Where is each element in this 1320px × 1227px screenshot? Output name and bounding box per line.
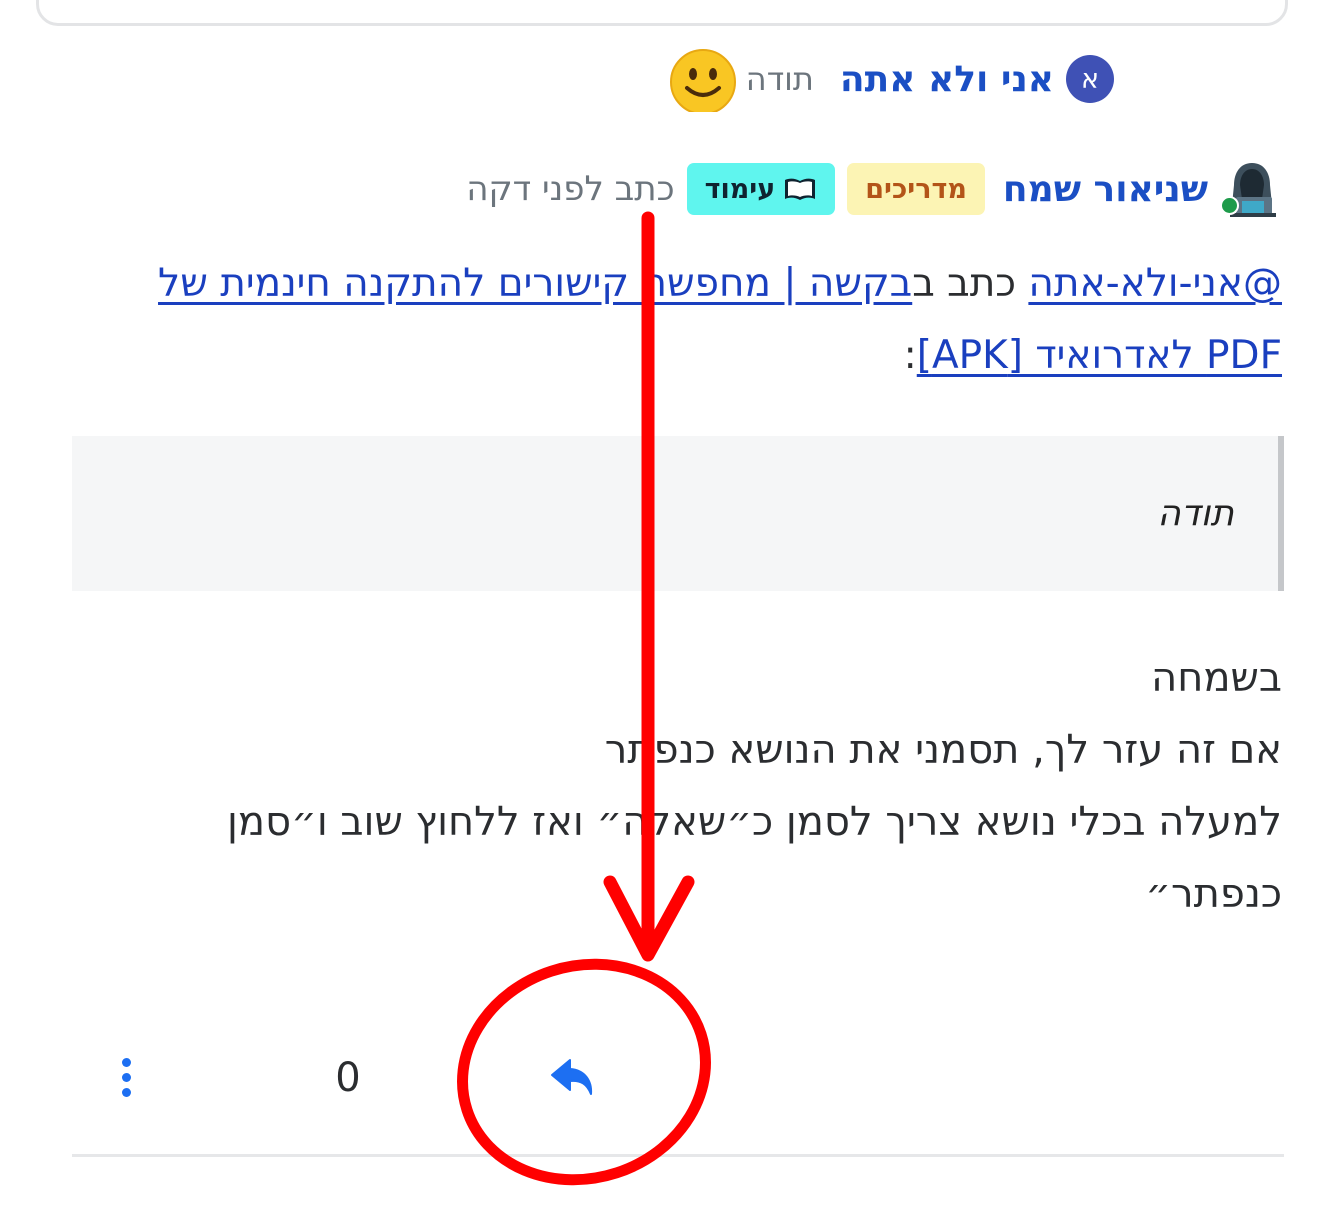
- footer-divider: [72, 1154, 1284, 1157]
- badge-guides[interactable]: מדריכים: [847, 163, 985, 215]
- book-icon: [783, 176, 817, 202]
- mention-link[interactable]: @אני-ולא-אתה: [1028, 261, 1282, 306]
- quote-colon: :: [903, 333, 917, 378]
- previous-post-card: [36, 0, 1288, 26]
- more-vertical-icon[interactable]: [104, 1052, 148, 1102]
- post-body-line: בשמחה: [1151, 655, 1282, 701]
- quote-wrote-text: כתב ב: [912, 261, 1029, 306]
- post-body-line: למעלה בכלי נושא צריך לסמן כ״שאלה״ ואז לל…: [227, 799, 1282, 845]
- letter-avatar[interactable]: א: [1066, 55, 1114, 103]
- post-body-line: אם זה עזר לך, תסמני את הנושא כנפתר: [604, 727, 1282, 773]
- smiley-emoji-icon: [669, 46, 736, 112]
- post-body-line: כנפתר״: [1145, 871, 1282, 917]
- blockquote-text: תודה: [1157, 493, 1234, 534]
- quote-intro: @אני-ולא-אתה כתב בבקשה | מחפשת קישורים ל…: [72, 248, 1282, 392]
- reaction-row: א אני ולא אתה תודה: [669, 46, 1114, 112]
- reaction-username[interactable]: אני ולא אתה: [840, 59, 1054, 100]
- online-status-icon: [1220, 196, 1239, 215]
- post-timestamp[interactable]: כתב לפני דקה: [466, 169, 674, 209]
- blockquote: תודה: [72, 436, 1284, 591]
- page: א אני ולא אתה תודה שניאור שמח מדריכים עי…: [0, 0, 1320, 1227]
- reply-icon[interactable]: [548, 1054, 598, 1104]
- post-body: בשמחה אם זה עזר לך, תסמני את הנושא כנפתר…: [182, 642, 1282, 930]
- vote-count[interactable]: 0: [318, 1050, 378, 1106]
- user-avatar[interactable]: [1220, 159, 1282, 219]
- badge-study-label: עימוד: [704, 173, 776, 205]
- post-username[interactable]: שניאור שמח: [1003, 169, 1208, 210]
- badge-guides-label: מדריכים: [865, 173, 967, 205]
- badge-study[interactable]: עימוד: [686, 163, 836, 215]
- post-header: שניאור שמח מדריכים עימוד כתב לפני דקה: [452, 158, 1282, 220]
- reaction-text: תודה: [745, 60, 814, 98]
